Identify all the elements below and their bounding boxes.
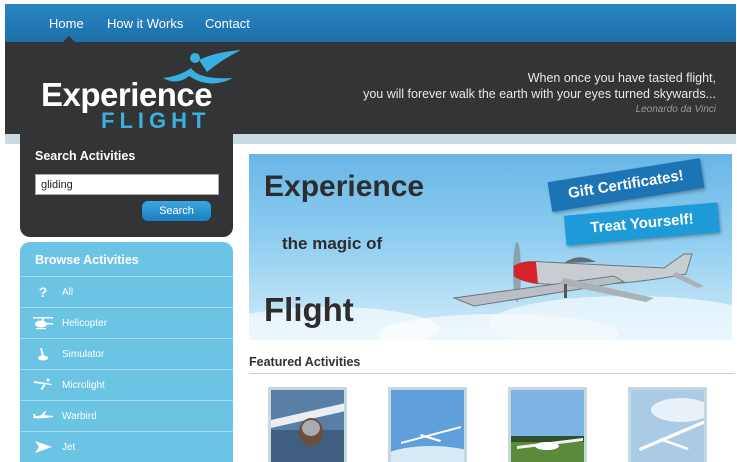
hero-banner[interactable]: Experience the magic of Flight Gift Cert…: [249, 154, 732, 340]
microlight-icon: [32, 378, 54, 392]
site-header: Experience FLIGHT When once you have tas…: [5, 42, 736, 134]
browse-item-all[interactable]: ? All: [20, 277, 233, 308]
warbird-plane-image: [452, 242, 704, 307]
featured-thumb-3[interactable]: [508, 387, 587, 462]
question-mark-icon: ?: [38, 284, 48, 300]
browse-item-label: Microlight: [62, 380, 105, 391]
search-panel: Search Activities Search: [20, 134, 233, 237]
browse-item-warbird[interactable]: Warbird: [20, 401, 233, 432]
search-button[interactable]: Search: [142, 201, 211, 221]
search-title: Search Activities: [35, 149, 136, 163]
featured-activities-title: Featured Activities: [249, 355, 361, 369]
quote-line-1: When once you have tasted flight,: [527, 71, 716, 85]
quote-author: Leonardo da Vinci: [635, 104, 716, 115]
featured-thumb-1[interactable]: [268, 387, 347, 462]
warbird-plane-icon: [32, 409, 54, 423]
browse-item-label: Simulator: [62, 349, 105, 360]
header-quote: When once you have tasted flight, you wi…: [363, 70, 716, 118]
browse-title: Browse Activities: [35, 253, 139, 267]
browse-item-label: Jet: [62, 442, 76, 453]
nav-home-link[interactable]: Home: [49, 16, 84, 31]
quote-line-2: you will forever walk the earth with you…: [363, 87, 716, 101]
helicopter-icon: [32, 316, 54, 330]
featured-divider: [249, 373, 735, 374]
nav-how-it-works-link[interactable]: How it Works: [107, 16, 183, 31]
banner-magic-text: the magic of: [282, 234, 383, 253]
browse-item-simulator[interactable]: Simulator: [20, 339, 233, 370]
jet-icon: [32, 440, 54, 454]
banner-flight-text: Flight: [264, 291, 354, 328]
page: Home How it Works Contact Experience FLI…: [0, 0, 737, 462]
browse-item-jet[interactable]: Jet: [20, 432, 233, 462]
joystick-icon: [32, 347, 54, 361]
logo-flight-text[interactable]: FLIGHT: [101, 108, 210, 134]
browse-item-microlight[interactable]: Microlight: [20, 370, 233, 401]
banner-experience-text: Experience: [264, 170, 425, 203]
featured-thumb-2[interactable]: [388, 387, 467, 462]
browse-activities-panel: Browse Activities ? All Helicopter Simul…: [20, 242, 233, 462]
browse-item-label: All: [62, 287, 74, 298]
browse-item-helicopter[interactable]: Helicopter: [20, 308, 233, 339]
search-input[interactable]: [35, 174, 219, 195]
browse-item-label: Warbird: [62, 411, 97, 422]
top-nav-bar: Home How it Works Contact: [5, 4, 736, 42]
featured-thumb-4[interactable]: [628, 387, 707, 462]
browse-item-label: Helicopter: [62, 318, 108, 329]
nav-contact-link[interactable]: Contact: [205, 16, 250, 31]
